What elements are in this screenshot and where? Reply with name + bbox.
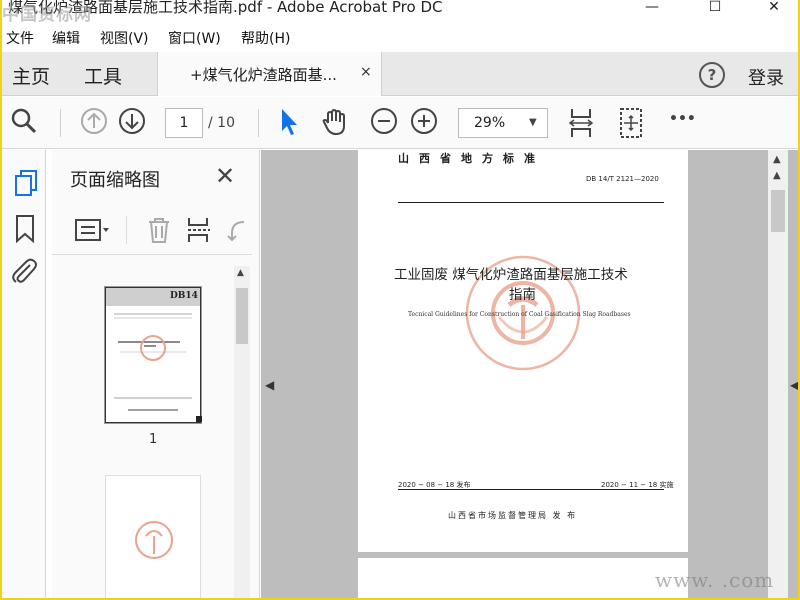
issuing-authority: 山西省市场监督管理局 发 布	[448, 511, 578, 520]
options-menu-icon[interactable]	[74, 218, 112, 246]
more-tools-icon[interactable]: •••	[669, 111, 696, 127]
thumbnail-resize-handle[interactable]	[196, 416, 202, 422]
panel-divider	[52, 254, 252, 255]
panel-title: 页面缩略图	[70, 170, 160, 191]
toolbar-separator	[258, 109, 259, 137]
expand-right-pane-icon[interactable]: ◀	[790, 378, 798, 392]
document-title-line2: 指南	[509, 287, 536, 303]
menu-file[interactable]: 文件	[6, 28, 34, 48]
close-panel-icon[interactable]: ✕	[215, 162, 235, 190]
zoom-select[interactable]: 29% ▼	[458, 108, 548, 138]
menu-window[interactable]: 窗口(W)	[168, 28, 221, 48]
page-thumbnails-icon[interactable]	[12, 168, 38, 202]
page-thumbnail-1[interactable]: DB14	[104, 286, 202, 424]
menu-edit[interactable]: 编辑	[52, 28, 80, 48]
tab-tools[interactable]: 工具	[84, 62, 122, 89]
bookmark-icon[interactable]	[14, 214, 36, 248]
tab-home[interactable]: 主页	[12, 62, 50, 89]
tab-bar: 主页 工具 +煤气化炉渣路面基... × ? 登录	[2, 52, 798, 96]
scrollbar-thumb[interactable]	[771, 190, 785, 232]
panel-toolbar	[52, 210, 260, 250]
zoom-out-icon[interactable]	[370, 107, 398, 139]
thumbnail-page-number: 1	[149, 432, 158, 447]
zoom-value: 29%	[474, 115, 506, 131]
toolbar-separator	[60, 109, 61, 137]
document-scrollbar[interactable]: ▲ ▲	[768, 150, 788, 598]
scroll-up-icon[interactable]: ▲	[237, 268, 244, 278]
date-rule	[398, 489, 664, 490]
left-nav-strip	[2, 150, 46, 598]
thumbnail-content	[114, 313, 192, 411]
help-icon[interactable]: ?	[699, 62, 725, 88]
hand-tool-icon[interactable]	[320, 107, 350, 141]
document-title-line1: 工业固废 煤气化炉渣路面基层施工技术	[394, 267, 628, 283]
thumbnail-header-text: DB14	[170, 291, 198, 301]
minimize-button[interactable]: —	[632, 0, 672, 22]
english-title: Tecnical Guidelines for Construction of …	[408, 311, 631, 318]
pdf-page-1: 山西省地方标准 DB 14/T 2121—2020 工业固废 煤气化炉渣路面基层…	[358, 150, 688, 552]
collapse-left-panel-icon[interactable]: ◀	[265, 378, 274, 392]
page-number-input[interactable]: 1	[165, 108, 203, 138]
chevron-down-icon: ▼	[529, 117, 537, 128]
search-icon[interactable]	[10, 107, 38, 139]
close-window-button[interactable]: ✕	[754, 0, 794, 22]
page-total: / 10	[208, 115, 235, 131]
extract-page-icon[interactable]	[186, 216, 212, 248]
fit-page-icon[interactable]	[568, 107, 594, 143]
thumbnail-scrollbar[interactable]: ▲	[234, 266, 250, 598]
standard-number: DB 14/T 2121—2020	[586, 175, 659, 183]
watermark-bottom: www. .com	[655, 568, 775, 592]
watermark-top: 中国资标网	[2, 5, 92, 25]
menu-help[interactable]: 帮助(H)	[241, 28, 290, 48]
thumbnail-header: DB14	[106, 288, 200, 306]
tab-close-icon[interactable]: ×	[360, 64, 372, 80]
scroll-up-arrow-icon[interactable]: ▲	[773, 170, 781, 181]
undo-rotate-icon[interactable]	[226, 216, 248, 248]
header-rule	[398, 202, 664, 203]
tab-document-label: +煤气化炉渣路面基...	[190, 66, 337, 84]
maximize-button[interactable]: ☐	[695, 0, 735, 22]
login-button[interactable]: 登录	[748, 64, 784, 90]
select-cursor-icon[interactable]	[278, 107, 302, 141]
scroll-up-icon[interactable]: ▲	[773, 154, 781, 165]
zoom-in-icon[interactable]	[410, 107, 438, 139]
delete-page-icon[interactable]	[146, 216, 172, 248]
thumbnail-panel: 页面缩略图 ✕ DB14 1 ▲	[52, 150, 260, 598]
attachment-icon[interactable]	[10, 256, 38, 290]
toolbar: 1 / 10 29% ▼ •••	[2, 97, 798, 149]
title-bar: 煤气化炉渣路面基层施工技术指南.pdf - Adobe Acrobat Pro …	[2, 0, 798, 25]
scrollbar-thumb[interactable]	[236, 288, 248, 344]
pdf-page-2	[358, 558, 688, 598]
thumbnail-content	[135, 521, 173, 559]
rotate-view-icon[interactable]	[618, 107, 644, 143]
standard-header: 山西省地方标准	[398, 152, 545, 165]
acrobat-window: 煤气化炉渣路面基层施工技术指南.pdf - Adobe Acrobat Pro …	[2, 0, 798, 598]
tab-document[interactable]: +煤气化炉渣路面基... ×	[157, 52, 382, 96]
menu-view[interactable]: 视图(V)	[100, 28, 149, 48]
panel-separator	[126, 216, 127, 244]
next-page-icon[interactable]	[118, 107, 146, 139]
menu-bar: 文件 编辑 视图(V) 窗口(W) 帮助(H)	[2, 28, 798, 50]
page-thumbnail-2[interactable]	[105, 475, 201, 598]
prev-page-icon[interactable]	[80, 107, 108, 139]
